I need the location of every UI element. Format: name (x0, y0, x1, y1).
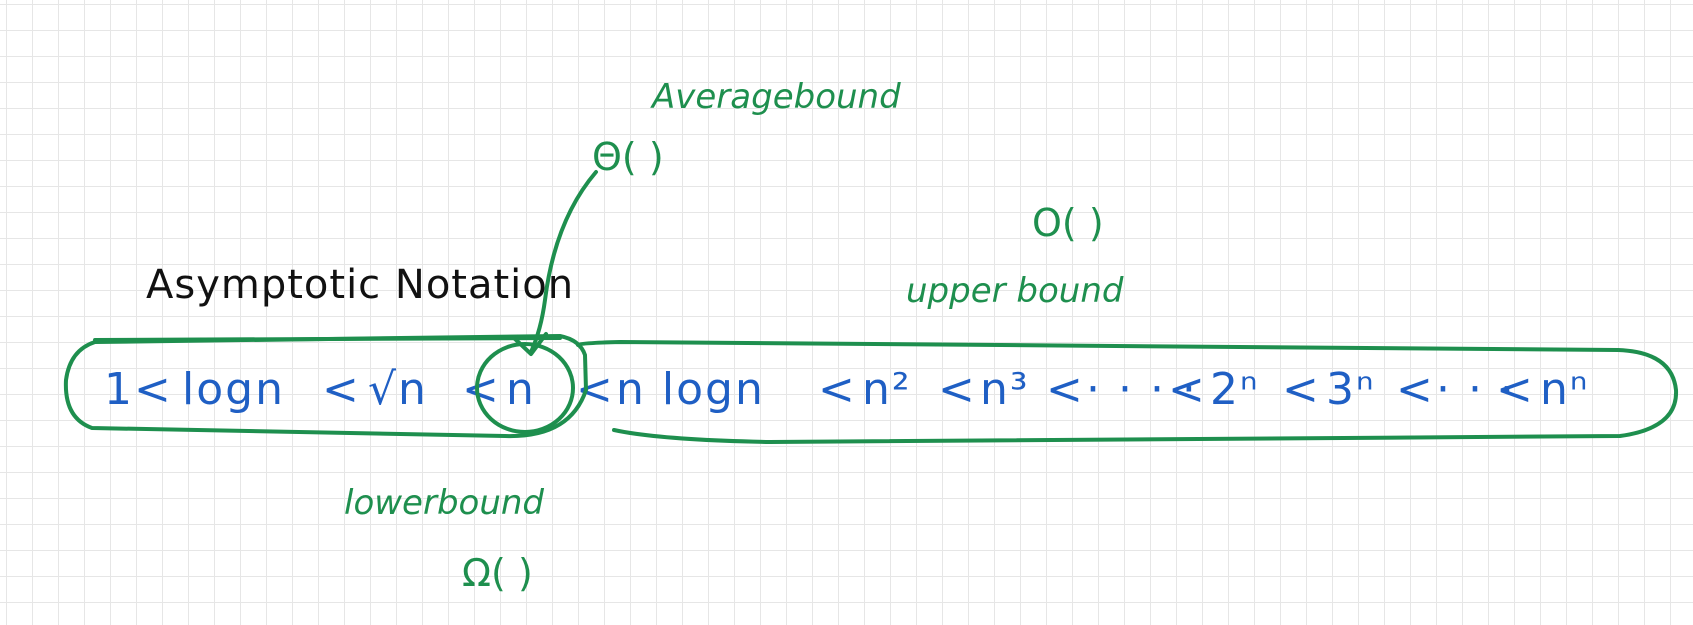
term-logn: logn (182, 364, 285, 415)
term-2-pow-n: 2ⁿ (1210, 364, 1260, 415)
lower-bound-label: lowerbound (344, 483, 544, 523)
lt-sign: < (938, 364, 977, 415)
complexity-series: 1 < logn < √n < n < n logn < n² < n³ < ·… (104, 364, 1589, 415)
lt-sign: < (1046, 364, 1085, 415)
term-n-squared: n² (862, 364, 912, 415)
term-sqrt-n: √n (368, 364, 428, 415)
term-n-cubed: n³ (980, 364, 1030, 415)
term-n-logn: n logn (616, 364, 765, 415)
average-bound-symbol: Θ( ) (592, 135, 664, 179)
lt-sign: < (1396, 364, 1435, 415)
diagram-title: Asymptotic Notation (146, 262, 574, 308)
lt-sign: < (322, 364, 361, 415)
lt-sign: < (1496, 364, 1535, 415)
lt-sign: < (134, 364, 173, 415)
average-bound-label: Averagebound (650, 77, 901, 117)
whiteboard-canvas: Asymptotic Notation 1 < logn < √n < n < … (63, 77, 1679, 595)
term-3-pow-n: 3ⁿ (1326, 364, 1376, 415)
term-n: n (506, 364, 536, 415)
lt-sign: < (1282, 364, 1321, 415)
term-1: 1 (104, 364, 134, 415)
lt-sign: < (818, 364, 857, 415)
upper-bound-symbol: O( ) (1032, 201, 1104, 245)
term-n-pow-n: nⁿ (1540, 364, 1589, 415)
lt-sign: < (576, 364, 615, 415)
upper-bound-label: upper bound (906, 271, 1124, 311)
lower-bound-symbol: Ω( ) (462, 551, 533, 595)
lower-bound-loop-top (93, 336, 562, 342)
lt-sign: < (1168, 364, 1207, 415)
